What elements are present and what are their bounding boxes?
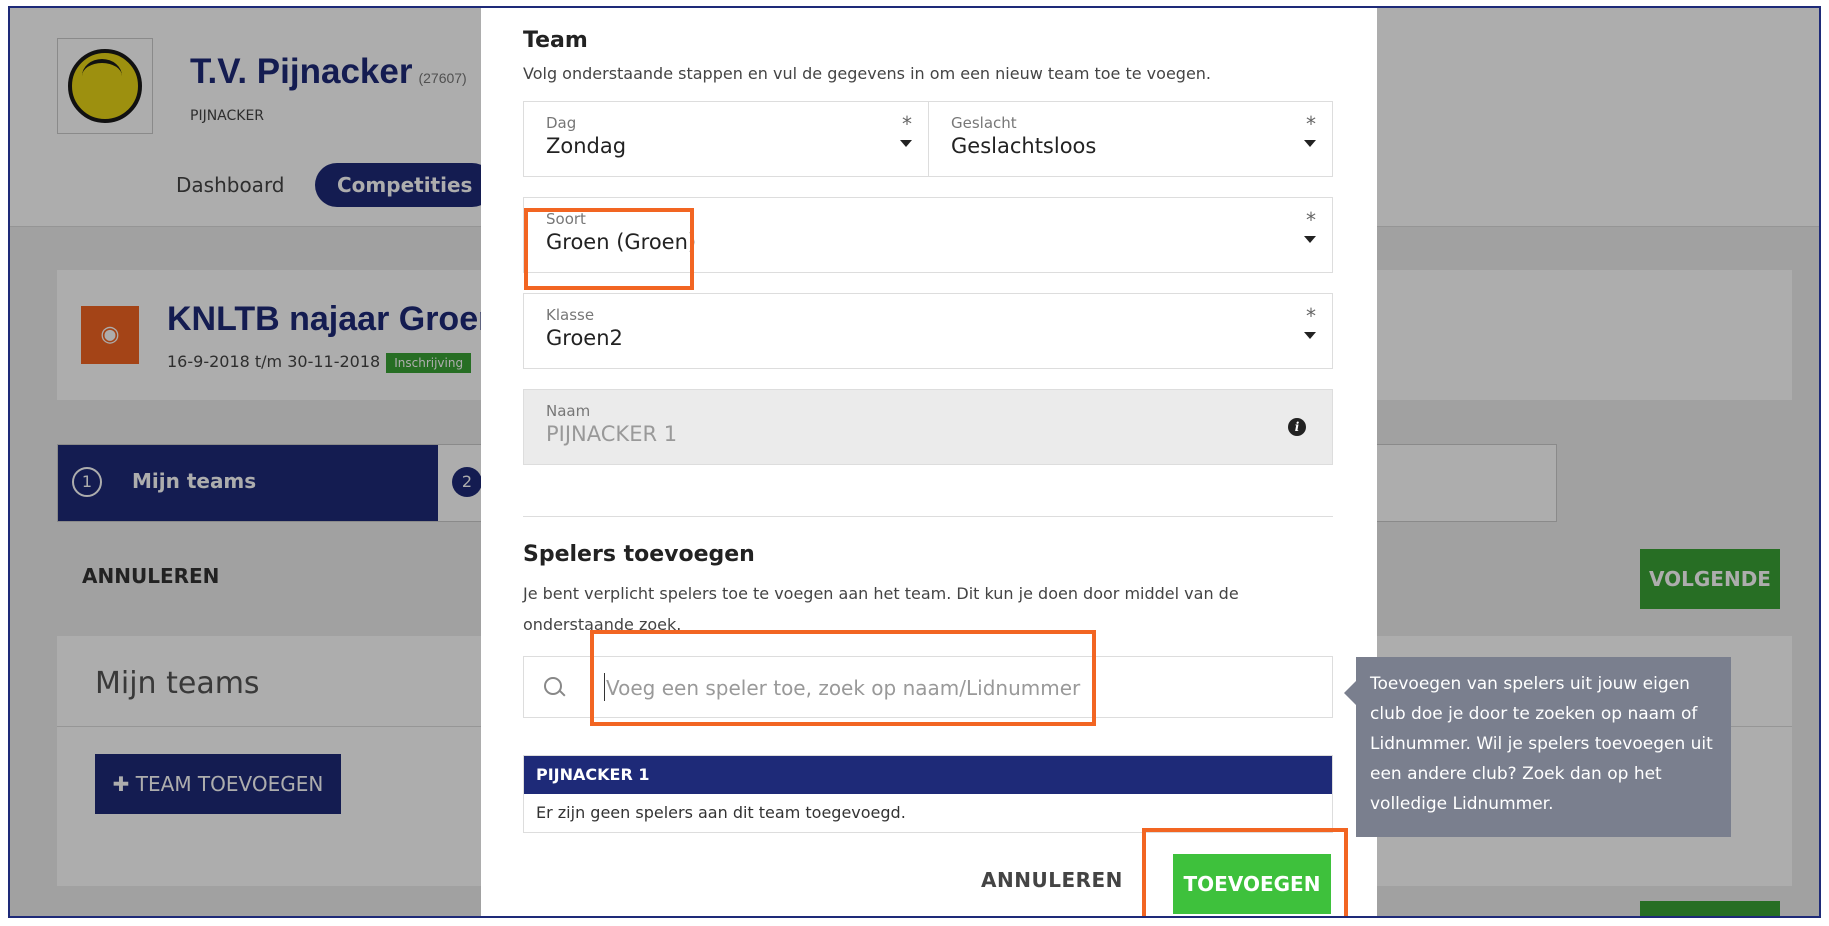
dag-value: Zondag: [546, 134, 627, 158]
divider: [523, 516, 1333, 517]
modal-title: Team: [523, 28, 588, 53]
team-players-table: PIJNACKER 1 Er zijn geen spelers aan dit…: [523, 755, 1333, 833]
text-cursor: [604, 673, 605, 701]
soort-select[interactable]: Soort Groen (Groen) *: [523, 197, 1333, 273]
chevron-down-icon: [900, 140, 912, 147]
players-title: Spelers toevoegen: [523, 542, 755, 567]
empty-state-text: Er zijn geen spelers aan dit team toegev…: [536, 803, 906, 822]
required-marker: *: [1306, 304, 1316, 328]
cancel-button[interactable]: ANNULEREN: [981, 868, 1123, 892]
search-help-tooltip: Toevoegen van spelers uit jouw eigen clu…: [1344, 657, 1731, 837]
add-button[interactable]: TOEVOEGEN: [1173, 854, 1331, 914]
info-icon[interactable]: i: [1288, 418, 1306, 436]
geslacht-select[interactable]: Geslacht Geslachtsloos *: [928, 101, 1333, 177]
klasse-label: Klasse: [546, 306, 595, 324]
naam-value: PIJNACKER 1: [546, 422, 678, 446]
naam-label: Naam: [546, 402, 591, 420]
chevron-down-icon: [1304, 140, 1316, 147]
player-search-input[interactable]: [604, 667, 1308, 709]
required-marker: *: [1306, 112, 1316, 136]
table-header: PIJNACKER 1: [524, 756, 1332, 794]
geslacht-value: Geslachtsloos: [951, 134, 1097, 158]
dag-select[interactable]: Dag Zondag *: [523, 101, 929, 177]
chevron-down-icon: [1304, 332, 1316, 339]
required-marker: *: [1306, 208, 1316, 232]
app-frame: T.V. Pijnacker (27607) PIJNACKER Dashboar…: [8, 6, 1821, 918]
soort-value: Groen (Groen): [546, 230, 697, 254]
required-marker: *: [902, 112, 912, 136]
geslacht-label: Geslacht: [951, 114, 1017, 132]
klasse-select[interactable]: Klasse Groen2 *: [523, 293, 1333, 369]
search-icon: [544, 677, 562, 695]
soort-label: Soort: [546, 210, 586, 228]
players-description: Je bent verplicht spelers toe te voegen …: [523, 584, 1239, 634]
modal-description: Volg onderstaande stappen en vul de gege…: [523, 64, 1212, 83]
team-modal: Team Volg onderstaande stappen en vul de…: [481, 8, 1377, 916]
chevron-down-icon: [1304, 236, 1316, 243]
naam-field: Naam PIJNACKER 1 i: [523, 389, 1333, 465]
dag-label: Dag: [546, 114, 577, 132]
player-search[interactable]: [523, 656, 1333, 718]
klasse-value: Groen2: [546, 326, 623, 350]
